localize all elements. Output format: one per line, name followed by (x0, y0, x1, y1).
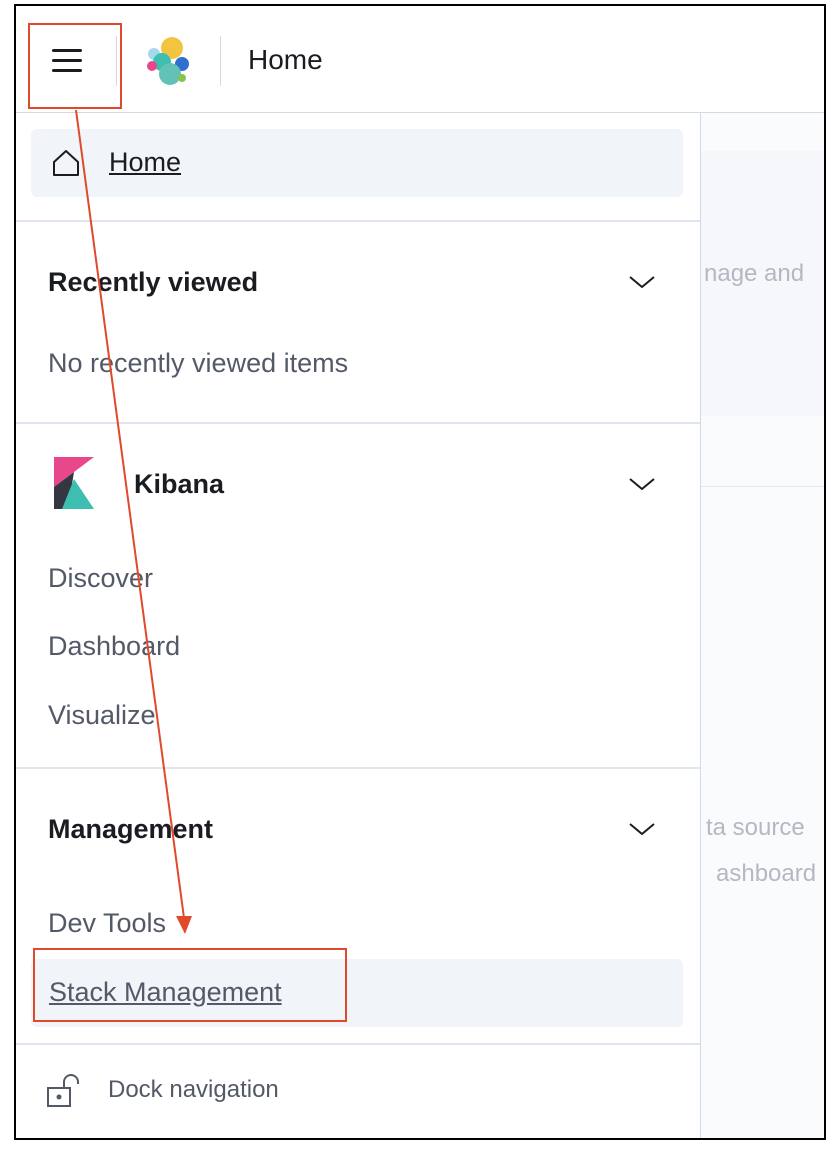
section-divider (16, 767, 700, 769)
top-header: Home (16, 6, 824, 113)
chevron-down-icon[interactable] (628, 273, 656, 291)
kibana-section-title[interactable]: Kibana (134, 469, 224, 500)
section-divider (16, 1043, 700, 1045)
nav-drawer: Home Recently viewed No recently viewed … (16, 113, 701, 1138)
bg-text-2: ta source (706, 814, 805, 841)
stack-management-label: Stack Management (49, 977, 282, 1007)
bg-divider (700, 486, 824, 487)
chevron-down-icon[interactable] (628, 475, 656, 493)
home-icon (53, 150, 79, 176)
nav-item-dashboard[interactable]: Dashboard (48, 631, 180, 662)
elastic-logo-icon[interactable] (142, 34, 194, 86)
dock-navigation-button[interactable]: Dock navigation (108, 1076, 279, 1104)
chevron-down-icon[interactable] (628, 820, 656, 838)
nav-item-stack-management[interactable]: Stack Management (31, 959, 683, 1027)
recently-viewed-title[interactable]: Recently viewed (48, 267, 258, 298)
section-divider (16, 422, 700, 424)
recently-viewed-empty: No recently viewed items (48, 348, 349, 378)
kibana-logo-icon (54, 457, 94, 509)
nav-item-home[interactable]: Home (31, 129, 683, 197)
nav-home-label: Home (109, 147, 182, 177)
management-section-title[interactable]: Management (48, 814, 213, 845)
nav-item-dev-tools[interactable]: Dev Tools (48, 908, 166, 939)
header-divider (116, 36, 117, 86)
nav-item-discover[interactable]: Discover (48, 563, 153, 594)
nav-item-visualize[interactable]: Visualize (48, 700, 156, 731)
bg-text-3: ashboard (716, 860, 817, 887)
screenshot-frame: nage and ta source ashboard Home Home Re… (14, 4, 826, 1140)
bg-text-1: nage and (704, 260, 805, 287)
section-divider (16, 220, 700, 222)
page-title: Home (248, 44, 323, 75)
lock-icon[interactable] (46, 1074, 84, 1108)
hamburger-menu-icon (52, 48, 82, 52)
hamburger-menu-button[interactable] (44, 40, 90, 80)
header-divider-2 (220, 36, 221, 86)
